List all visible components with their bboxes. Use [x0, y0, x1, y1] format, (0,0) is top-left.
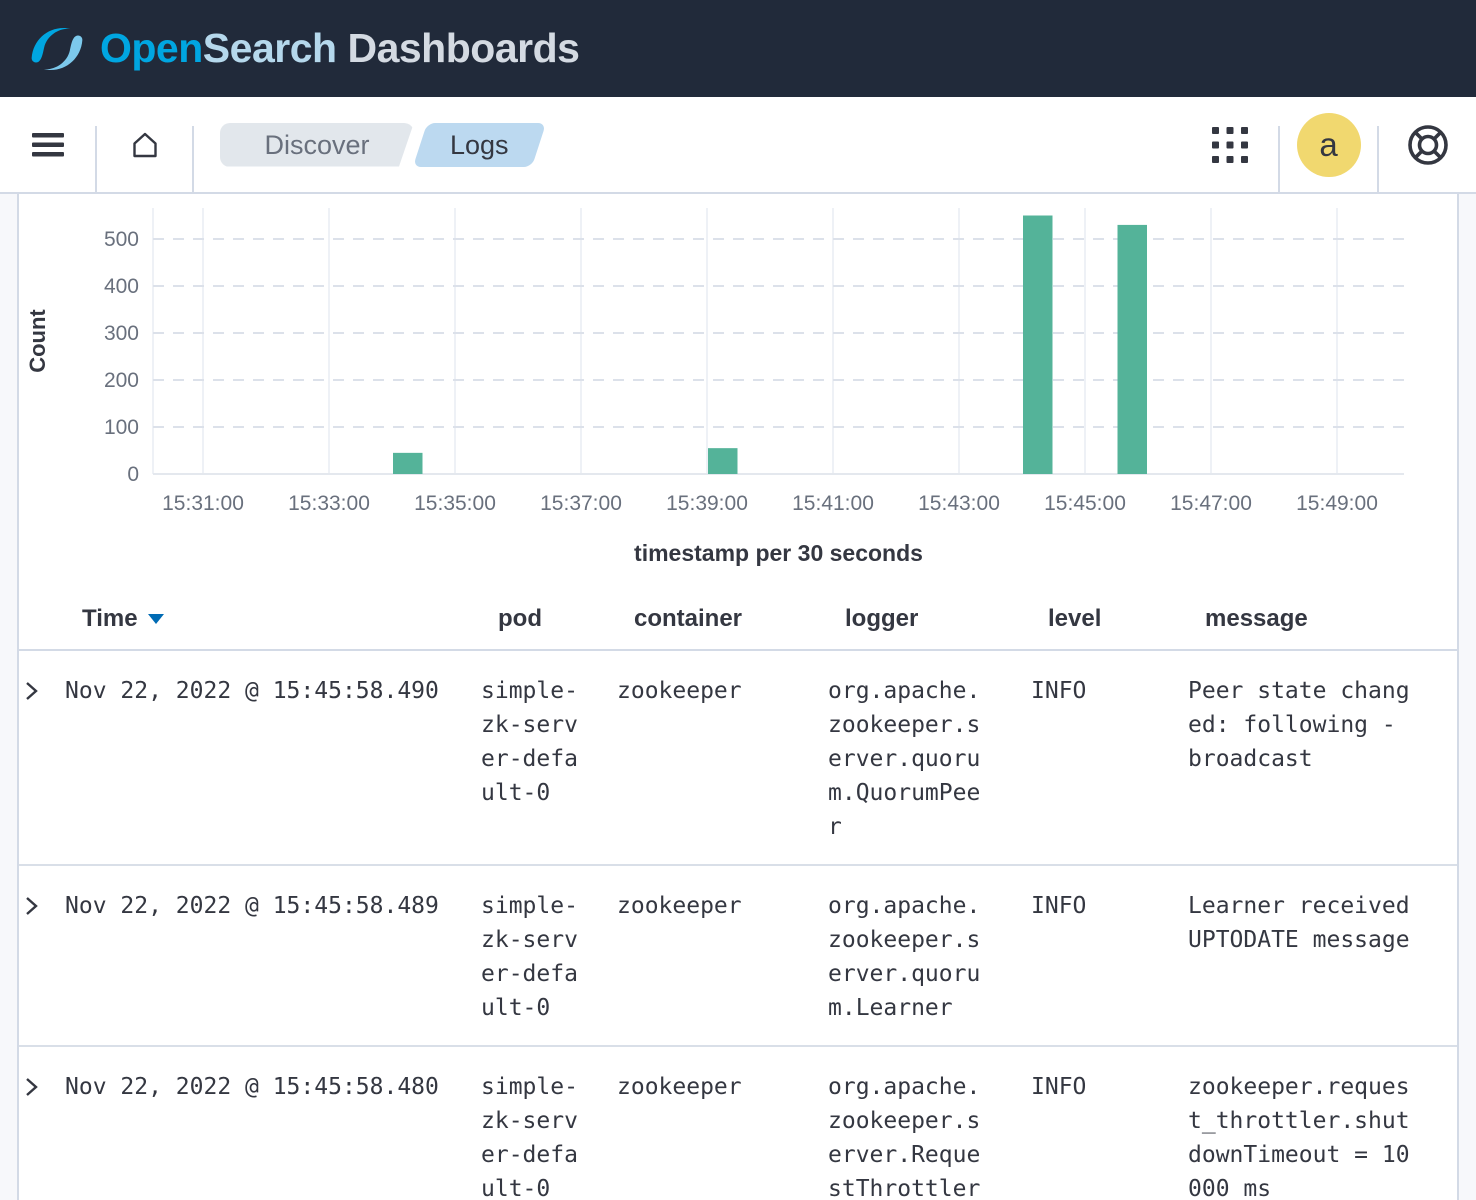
histogram-chart[interactable]: 15:31:00 15:33:00 15:35:00 15:37:00 15:39:00…: [19, 194, 1457, 567]
table-header-row: Time pod container logger level message: [19, 583, 1457, 651]
y-tick-label: 100: [104, 416, 139, 439]
breadcrumb-logs-label: Logs: [450, 123, 509, 167]
y-tick-label: 200: [104, 369, 139, 392]
cell-message: Learner received UPTODATE message: [1188, 889, 1422, 1025]
table-row: Nov 22, 2022 @ 15:45:58.490 simple-zk-se…: [19, 651, 1457, 866]
x-tick-label: 15:37:00: [540, 492, 622, 515]
cell-pod: simple-zk-server-default-0: [481, 889, 617, 1025]
column-header-logger[interactable]: logger: [845, 605, 1048, 633]
y-tick-label: 300: [104, 322, 139, 345]
brand-open: Open: [100, 25, 203, 71]
cell-level: INFO: [1031, 674, 1188, 844]
column-header-time[interactable]: Time: [82, 605, 498, 633]
histogram-bar[interactable]: [393, 453, 423, 474]
opensearch-logo-icon: [30, 22, 84, 76]
home-icon: [127, 127, 163, 163]
app-header: OpenSearch Dashboards: [0, 0, 1476, 97]
x-tick-label: 15:31:00: [162, 492, 244, 515]
help-button[interactable]: [1379, 97, 1476, 192]
menu-button[interactable]: [0, 97, 95, 192]
cell-logger: org.apache.zookeeper.server.RequestThrot…: [828, 1070, 1031, 1200]
chevron-right-icon: [19, 677, 45, 705]
chevron-right-icon: [19, 892, 45, 920]
cell-message: zookeeper.request_throttler.shutdownTime…: [1188, 1070, 1422, 1200]
x-tick-label: 15:41:00: [792, 492, 874, 515]
y-tick-label: 0: [127, 463, 139, 486]
discover-panel: 15:31:00 15:33:00 15:35:00 15:37:00 15:39:00…: [17, 194, 1459, 1200]
cell-time: Nov 22, 2022 @ 15:45:58.489: [65, 889, 481, 1025]
x-tick-label: 15:39:00: [666, 492, 748, 515]
cell-level: INFO: [1031, 1070, 1188, 1200]
expand-row-button[interactable]: [19, 1073, 45, 1104]
y-axis-title: Count: [25, 309, 50, 373]
column-header-container[interactable]: container: [634, 605, 845, 633]
cell-container: zookeeper: [617, 1070, 828, 1200]
cell-pod: simple-zk-server-default-0: [481, 674, 617, 844]
histogram-bar[interactable]: [1023, 216, 1053, 475]
home-button[interactable]: [97, 97, 192, 192]
x-axis-title: timestamp per 30 seconds: [153, 540, 1404, 567]
breadcrumb-discover[interactable]: Discover: [220, 123, 414, 167]
avatar-initial: a: [1319, 126, 1337, 164]
y-tick-label: 500: [104, 228, 139, 251]
histogram-svg[interactable]: 15:31:00 15:33:00 15:35:00 15:37:00 15:39:00…: [19, 194, 1458, 524]
column-header-message[interactable]: message: [1205, 605, 1439, 633]
apps-menu-button[interactable]: [1181, 97, 1278, 192]
app-title: OpenSearch Dashboards: [100, 25, 579, 72]
x-tick-label: 15:35:00: [414, 492, 496, 515]
x-tick-label: 15:47:00: [1170, 492, 1252, 515]
nav-divider: [192, 126, 194, 192]
header-expand-spacer: [36, 605, 82, 633]
expand-row-button[interactable]: [19, 677, 45, 708]
documents-table: Time pod container logger level message …: [19, 583, 1457, 1200]
nav-right-group: a: [1181, 97, 1476, 192]
cell-time: Nov 22, 2022 @ 15:45:58.480: [65, 1070, 481, 1200]
avatar: a: [1297, 113, 1361, 177]
account-button[interactable]: a: [1280, 97, 1377, 192]
column-header-level[interactable]: level: [1048, 605, 1205, 633]
brand-search: Search: [203, 25, 337, 71]
breadcrumb-logs[interactable]: Logs: [413, 123, 546, 167]
table-row: Nov 22, 2022 @ 15:45:58.489 simple-zk-se…: [19, 866, 1457, 1047]
expand-row-button[interactable]: [19, 892, 45, 923]
column-header-pod[interactable]: pod: [498, 605, 634, 633]
histogram-bar[interactable]: [1118, 225, 1148, 474]
brand-dashboards: Dashboards: [347, 25, 579, 71]
nav-bar: Discover Logs a: [0, 97, 1476, 194]
table-row: Nov 22, 2022 @ 15:45:58.480 simple-zk-se…: [19, 1047, 1457, 1200]
cell-level: INFO: [1031, 889, 1188, 1025]
cell-message: Peer state changed: following - broadcas…: [1188, 674, 1422, 844]
page-background: 15:31:00 15:33:00 15:35:00 15:37:00 15:39:00…: [0, 194, 1476, 1200]
y-tick-label: 400: [104, 275, 139, 298]
breadcrumb: Discover Logs: [220, 123, 539, 167]
histogram-bar[interactable]: [708, 448, 738, 474]
cell-pod: simple-zk-server-default-0: [481, 1070, 617, 1200]
cell-logger: org.apache.zookeeper.server.quorum.Quoru…: [828, 674, 1031, 844]
cell-time: Nov 22, 2022 @ 15:45:58.490: [65, 674, 481, 844]
x-tick-label: 15:33:00: [288, 492, 370, 515]
cell-container: zookeeper: [617, 674, 828, 844]
x-tick-label: 15:45:00: [1044, 492, 1126, 515]
cell-logger: org.apache.zookeeper.server.quorum.Learn…: [828, 889, 1031, 1025]
x-tick-label: 15:43:00: [918, 492, 1000, 515]
cell-container: zookeeper: [617, 889, 828, 1025]
x-tick-label: 15:49:00: [1296, 492, 1378, 515]
hamburger-icon: [32, 132, 64, 158]
column-header-time-label: Time: [82, 605, 138, 632]
apps-grid-icon: [1208, 123, 1252, 167]
help-icon: [1405, 122, 1451, 168]
chevron-right-icon: [19, 1073, 45, 1101]
sort-desc-icon[interactable]: [148, 614, 164, 624]
